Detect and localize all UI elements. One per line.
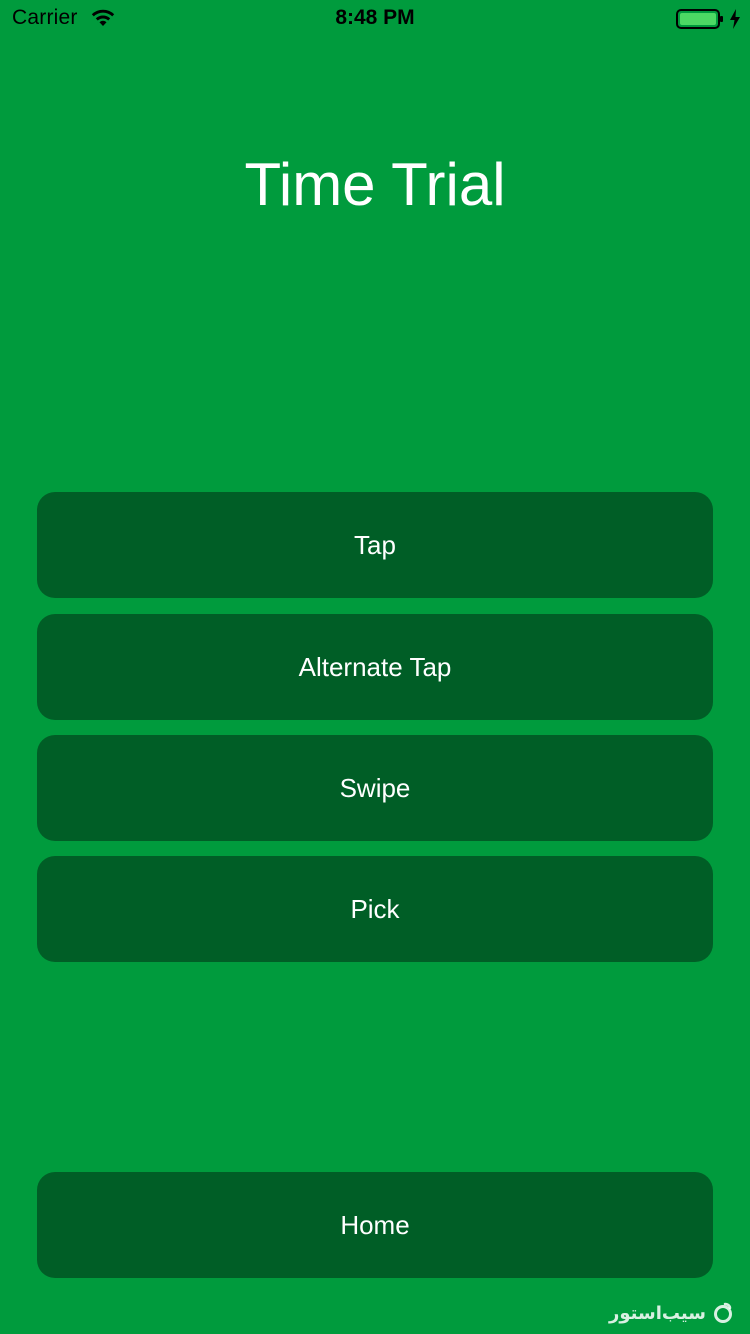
watermark-logo-icon bbox=[714, 1302, 732, 1323]
alternate-tap-button[interactable]: Alternate Tap bbox=[37, 614, 713, 720]
battery-full-icon bbox=[676, 9, 723, 29]
tap-button-label: Tap bbox=[354, 529, 396, 560]
home-button-label: Home bbox=[340, 1209, 410, 1240]
swipe-button[interactable]: Swipe bbox=[37, 735, 713, 841]
home-button[interactable]: Home bbox=[37, 1172, 713, 1278]
charging-bolt-icon bbox=[730, 9, 740, 29]
alternate-tap-button-label: Alternate Tap bbox=[298, 651, 452, 682]
swipe-button-label: Swipe bbox=[339, 772, 411, 803]
page-title: Time Trial bbox=[244, 151, 506, 218]
pick-button[interactable]: Pick bbox=[37, 856, 713, 962]
status-time: 8:48 PM bbox=[335, 6, 415, 29]
status-bar: Carrier 8:48 PM bbox=[0, 0, 750, 40]
time-trial-screen: Carrier 8:48 PM Time Trial Tap Alternate… bbox=[0, 0, 750, 1334]
tap-button[interactable]: Tap bbox=[37, 492, 713, 598]
pick-button-label: Pick bbox=[350, 893, 400, 924]
watermark-text: سیب‌استور bbox=[609, 1302, 706, 1324]
watermark: سیب‌استور bbox=[609, 1302, 734, 1324]
